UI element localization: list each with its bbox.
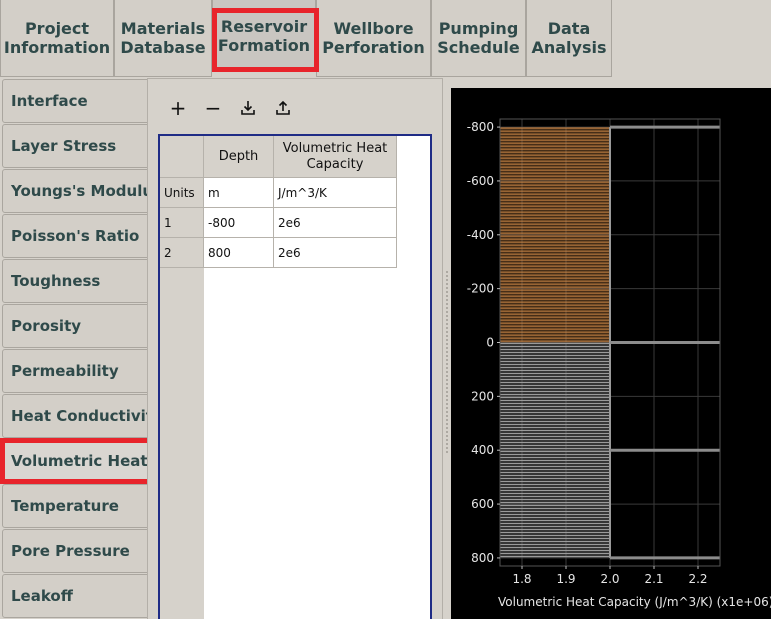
x-tick-label: 2.2 <box>688 572 707 586</box>
y-tick-label: 800 <box>471 551 494 565</box>
cell-text: 2e6 <box>278 245 301 260</box>
side-tab-leakoff[interactable]: Leakoff <box>2 574 148 618</box>
side-tab-label: Layer Stress <box>11 137 117 155</box>
app-window: Project Information Materials Database Res… <box>0 0 771 619</box>
side-tab-label: Toughness <box>11 272 101 290</box>
tab-materials-database[interactable]: Materials Database <box>114 0 212 77</box>
tab-label-line1: Wellbore <box>333 19 414 38</box>
tab-label-line2: Formation <box>217 35 311 55</box>
tab-reservoir-formation[interactable]: Reservoir Formation <box>212 0 316 72</box>
row-header-label: 1 <box>164 215 172 230</box>
table-cell-value[interactable]: 2e6 <box>274 208 397 238</box>
tab-label-line1: Pumping <box>438 19 519 38</box>
side-tab-label: Leakoff <box>11 587 73 605</box>
row-header-1[interactable]: 1 <box>160 208 204 238</box>
remove-row-button[interactable]: − <box>202 96 224 120</box>
side-tab-label: Poisson's Ratio <box>11 227 140 245</box>
tab-label-line1: Materials <box>120 19 206 38</box>
table-cell-depth[interactable]: -800 <box>204 208 274 238</box>
side-tab-label: Pore Pressure <box>11 542 130 560</box>
side-tab-toughness[interactable]: Toughness <box>2 259 148 303</box>
side-tab-poissons-ratio[interactable]: Poisson's Ratio <box>2 214 148 258</box>
x-tick-label: 1.8 <box>512 572 531 586</box>
table-cell-value[interactable]: 2e6 <box>274 238 397 268</box>
tab-data-analysis[interactable]: Data Analysis <box>526 0 612 77</box>
tab-label-line2: Information <box>3 38 111 57</box>
side-tab-label: Permeability <box>11 362 119 380</box>
plus-icon: + <box>169 96 187 120</box>
side-tab-volumetric-heat-capacity[interactable]: Volumetric Heat C <box>2 439 148 483</box>
tab-label-line2: Database <box>120 38 206 57</box>
side-tab-pore-pressure[interactable]: Pore Pressure <box>2 529 148 573</box>
cell-text: -800 <box>208 215 236 230</box>
cell-text: 800 <box>208 245 231 260</box>
y-tick-label: 0 <box>486 336 494 350</box>
minus-icon: − <box>204 96 222 120</box>
import-button[interactable] <box>237 96 259 120</box>
row-header-label: 2 <box>164 245 172 260</box>
tab-label-line2: Schedule <box>437 38 520 57</box>
layer-band-1 <box>500 127 610 343</box>
y-tick-label: 600 <box>471 497 494 511</box>
x-tick-label: 2.0 <box>600 572 619 586</box>
y-tick-label: 200 <box>471 389 494 403</box>
layer-band-2 <box>500 342 610 558</box>
column-header-depth[interactable]: Depth <box>204 136 274 178</box>
tab-label-line1: Project <box>24 19 90 38</box>
tab-pumping-schedule[interactable]: Pumping Schedule <box>431 0 526 77</box>
side-tab-interface[interactable]: Interface <box>2 79 148 123</box>
column-header-volumetric-heat-capacity[interactable]: Volumetric Heat Capacity <box>274 136 397 178</box>
table-cell-depth-unit[interactable]: m <box>204 178 274 208</box>
row-header-units[interactable]: Units <box>160 178 204 208</box>
column-header-label: Depth <box>218 148 259 164</box>
side-tab-heat-conductivity[interactable]: Heat Conductivity <box>2 394 148 438</box>
cell-text: J/m^3/K <box>278 185 327 200</box>
property-chart: -800 -600 -400 -200 0 200 400 600 800 1.8 1.9 2.0 2.… <box>451 88 771 619</box>
y-tick-label: -400 <box>467 228 494 242</box>
tab-label-line2: Analysis <box>531 38 607 57</box>
y-tick-label: 400 <box>471 443 494 457</box>
import-icon <box>241 101 255 115</box>
row-header-label: Units <box>164 185 195 200</box>
layer-band-fill <box>500 127 610 343</box>
side-tab-label: Temperature <box>11 497 119 515</box>
row-header-column <box>160 267 204 619</box>
splitter-handle[interactable] <box>445 270 449 454</box>
export-button[interactable] <box>272 96 294 120</box>
x-axis-label: Volumetric Heat Capacity (J/m^3/K) (x1e+… <box>498 595 771 609</box>
export-icon <box>276 100 290 115</box>
x-tick-label: 1.9 <box>556 572 575 586</box>
y-tick-label: -600 <box>467 174 494 188</box>
cell-text: m <box>208 185 220 200</box>
table-cell-value-unit[interactable]: J/m^3/K <box>274 178 397 208</box>
add-row-button[interactable]: + <box>167 96 189 120</box>
x-tick-label: 2.1 <box>644 572 663 586</box>
table-cell-depth[interactable]: 800 <box>204 238 274 268</box>
side-tab-youngs-modulus[interactable]: Youngs's Modulus <box>2 169 148 213</box>
chart-svg: -800 -600 -400 -200 0 200 400 600 800 1.8 1.9 2.0 2.… <box>467 118 771 609</box>
cell-text: 2e6 <box>278 215 301 230</box>
y-tick-label: -200 <box>467 282 494 296</box>
y-tick-label: -800 <box>467 120 494 134</box>
side-tab-label: Interface <box>11 92 88 110</box>
tab-project-information[interactable]: Project Information <box>0 0 114 77</box>
side-tab-porosity[interactable]: Porosity <box>2 304 148 348</box>
table-corner-cell[interactable] <box>160 136 204 178</box>
tab-wellbore-perforation[interactable]: Wellbore Perforation <box>316 0 431 77</box>
layer-band-fill <box>500 342 610 558</box>
side-tab-layer-stress[interactable]: Layer Stress <box>2 124 148 168</box>
column-header-label: Volumetric Heat Capacity <box>282 140 388 172</box>
tab-label-line1: Reservoir <box>220 16 308 36</box>
side-tab-label: Heat Conductivity <box>11 407 148 425</box>
side-tab-label: Youngs's Modulus <box>11 182 148 200</box>
row-header-2[interactable]: 2 <box>160 238 204 268</box>
tab-label-line2: Perforation <box>322 38 425 57</box>
side-tab-temperature[interactable]: Temperature <box>2 484 148 528</box>
tab-label-line1: Data <box>547 19 591 38</box>
side-tab-label: Porosity <box>11 317 82 335</box>
side-tab-permeability[interactable]: Permeability <box>2 349 148 393</box>
side-tab-label: Volumetric Heat C <box>11 452 148 470</box>
